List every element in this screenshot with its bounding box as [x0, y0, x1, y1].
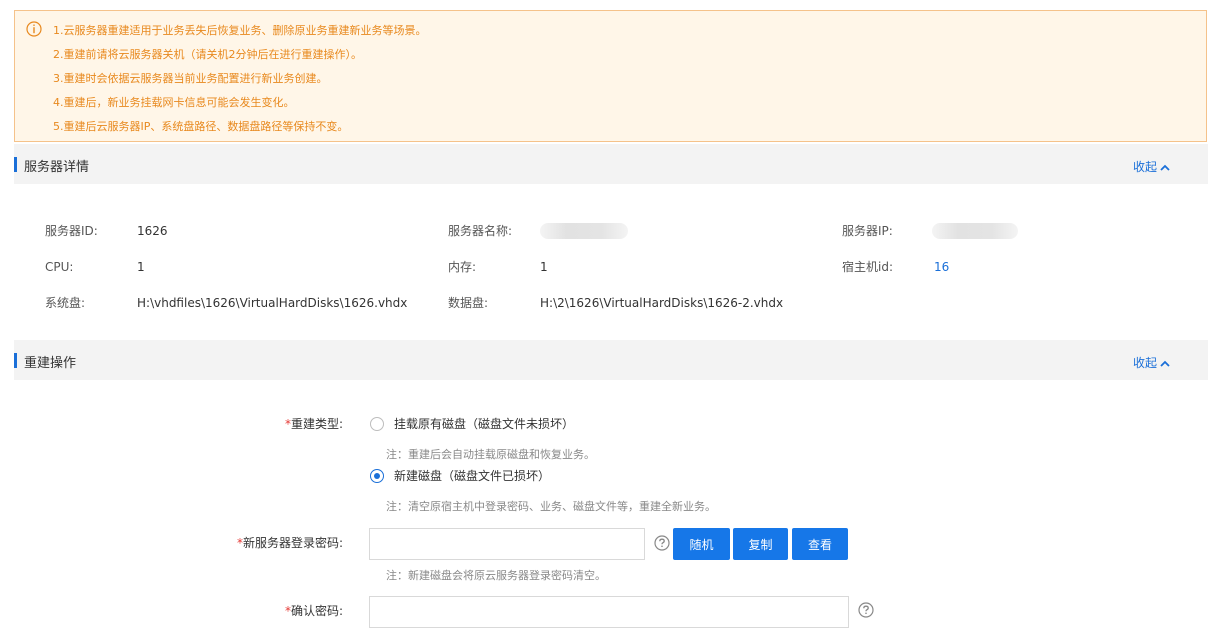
- new-disk-note: 注：清空原宿主机中登录密码、业务、磁盘文件等，重建全新业务。: [386, 500, 716, 513]
- data-disk-value: H:\2\1626\VirtualHardDisks\1626-2.vhdx: [540, 296, 784, 310]
- host-id-link[interactable]: 16: [934, 260, 949, 274]
- memory-value: 1: [540, 260, 548, 274]
- rebuild-section-title: 重建操作: [24, 356, 77, 371]
- cpu-label: CPU:: [45, 260, 74, 274]
- password-label-text: 新服务器登录密码:: [242, 536, 343, 550]
- cpu-value: 1: [137, 260, 145, 274]
- password-note: 注：新建磁盘会将原云服务器登录密码清空。: [386, 569, 606, 582]
- server-name-label: 服务器名称:: [448, 224, 513, 238]
- server-id-value: 1626: [137, 224, 168, 238]
- random-password-button[interactable]: 随机: [673, 528, 730, 560]
- confirm-password-label-text: 确认密码:: [290, 604, 343, 618]
- server-ip-label: 服务器IP:: [842, 224, 893, 238]
- copy-password-button[interactable]: 复制: [733, 528, 788, 560]
- rebuild-collapse-label: 收起: [1132, 356, 1157, 370]
- password-label: *新服务器登录密码:: [200, 536, 343, 550]
- details-collapse-toggle[interactable]: 收起: [1133, 158, 1170, 175]
- radio-new-disk-circle[interactable]: [370, 469, 384, 483]
- radio-keep-disk-circle[interactable]: [370, 417, 384, 431]
- memory-label: 内存:: [448, 260, 477, 274]
- section-accent-bar: [14, 353, 17, 368]
- system-disk-label: 系统盘:: [45, 296, 86, 310]
- rebuild-collapse-toggle[interactable]: 收起: [1133, 354, 1170, 371]
- notice-line-5: 5.重建后云服务器IP、系统盘路径、数据盘路径等保持不变。: [53, 120, 349, 133]
- server-id-label: 服务器ID:: [45, 224, 98, 238]
- chevron-up-icon: [1160, 164, 1170, 171]
- help-icon[interactable]: [654, 535, 670, 551]
- server-name-redacted: [540, 223, 628, 239]
- notice-line-3: 3.重建时会依据云服务器当前业务配置进行新业务创建。: [53, 72, 328, 85]
- confirm-password-input[interactable]: [369, 596, 849, 628]
- data-disk-label: 数据盘:: [448, 296, 489, 310]
- help-icon[interactable]: [858, 602, 874, 618]
- chevron-up-icon: [1160, 360, 1170, 367]
- rebuild-type-label: *重建类型:: [200, 417, 343, 431]
- system-disk-value: H:\vhdfiles\1626\VirtualHardDisks\1626.v…: [137, 296, 408, 310]
- new-password-input[interactable]: [369, 528, 645, 560]
- details-section-title: 服务器详情: [24, 160, 90, 175]
- keep-disk-note: 注：重建后会自动挂载原磁盘和恢复业务。: [386, 448, 595, 461]
- rebuild-section-header: 重建操作 收起: [14, 340, 1208, 380]
- confirm-password-label: *确认密码:: [200, 604, 343, 618]
- server-ip-redacted: [932, 223, 1018, 239]
- details-section-header: 服务器详情 收起: [14, 144, 1208, 184]
- radio-keep-disk[interactable]: 挂载原有磁盘（磁盘文件未损坏）: [370, 416, 630, 432]
- info-icon: [26, 21, 42, 37]
- radio-new-disk[interactable]: 新建磁盘（磁盘文件已损坏）: [370, 468, 610, 484]
- notice-line-1: 1.云服务器重建适用于业务丢失后恢复业务、删除原业务重建新业务等场景。: [53, 24, 427, 37]
- host-id-label: 宿主机id:: [842, 260, 893, 274]
- rebuild-type-label-text: 重建类型:: [290, 417, 343, 431]
- rebuild-notice: 1.云服务器重建适用于业务丢失后恢复业务、删除原业务重建新业务等场景。 2.重建…: [14, 10, 1207, 142]
- radio-new-disk-label: 新建磁盘（磁盘文件已损坏）: [394, 469, 551, 483]
- notice-line-4: 4.重建后，新业务挂载网卡信息可能会发生变化。: [53, 96, 295, 109]
- view-password-button[interactable]: 查看: [792, 528, 848, 560]
- details-collapse-label: 收起: [1132, 160, 1157, 174]
- section-accent-bar: [14, 157, 17, 172]
- notice-line-2: 2.重建前请将云服务器关机（请关机2分钟后在进行重建操作）。: [53, 48, 362, 61]
- radio-keep-disk-label: 挂载原有磁盘（磁盘文件未损坏）: [394, 417, 575, 431]
